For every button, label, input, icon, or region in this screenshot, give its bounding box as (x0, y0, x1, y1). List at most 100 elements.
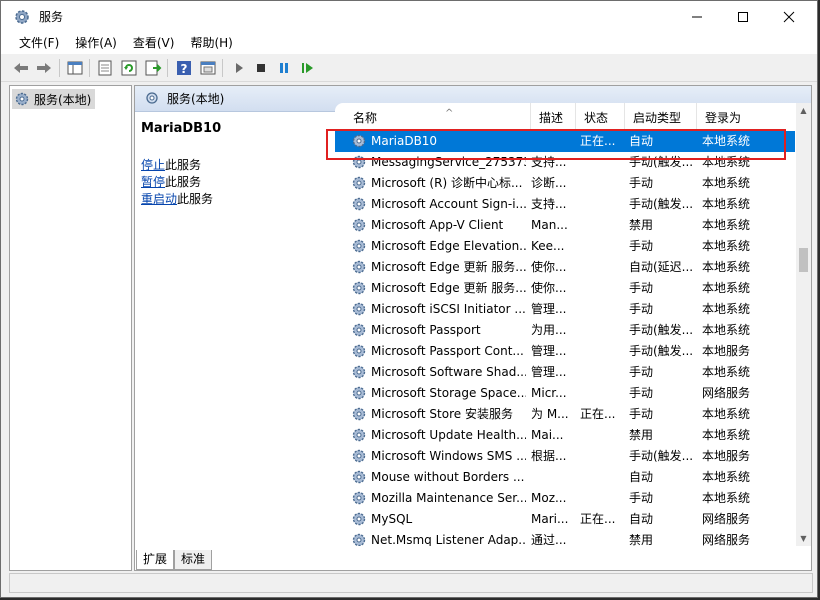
gear-icon (352, 470, 366, 484)
column-header-startup-type[interactable]: 启动类型 (625, 103, 697, 129)
service-row[interactable]: Mouse without Borders ... 自动 本地系统 (335, 467, 795, 488)
gear-icon (352, 386, 366, 400)
menu-action[interactable]: 操作(A) (67, 32, 125, 54)
restart-service-link[interactable]: 重启动 (141, 192, 177, 206)
service-logon-cell: 网络服务 (702, 512, 751, 526)
scroll-up-icon[interactable]: ▲ (796, 103, 811, 118)
gear-icon (352, 407, 366, 421)
menu-help[interactable]: 帮助(H) (182, 32, 240, 54)
service-description-cell: 管理... (531, 302, 567, 316)
view-tabs: 扩展 标准 (136, 550, 213, 570)
service-row[interactable]: Microsoft Account Sign-i... 支持... 手动(触发...… (335, 194, 795, 215)
scroll-down-icon[interactable]: ▼ (796, 531, 811, 546)
service-row[interactable]: Microsoft Storage Space... Micr... 手动 网络服务 (335, 383, 795, 404)
service-startup-type-cell: 手动(触发... (629, 449, 694, 463)
gear-icon (352, 323, 366, 337)
service-logon-cell: 本地系统 (702, 428, 751, 442)
maximize-button[interactable] (720, 1, 766, 32)
service-row[interactable]: Microsoft Edge 更新 服务... 使你... 自动(延迟... 本地系统 (335, 257, 795, 278)
service-name-cell: Microsoft (R) 诊断中心标... (351, 173, 526, 194)
play-icon[interactable] (229, 58, 249, 78)
service-startup-type-cell: 禁用 (629, 533, 654, 546)
service-row[interactable]: Microsoft Passport 为用... 手动(触发... 本地系统 (335, 320, 795, 341)
vertical-scrollbar[interactable]: ▲ ▼ (796, 103, 811, 546)
menu-view[interactable]: 查看(V) (125, 32, 183, 54)
properties-icon[interactable] (95, 58, 115, 78)
service-row[interactable]: Microsoft Software Shad... 管理... 手动 本地系统 (335, 362, 795, 383)
service-row[interactable]: Microsoft App-V Client Man... 禁用 本地系统 (335, 215, 795, 236)
service-description-cell: 管理... (531, 344, 567, 358)
pause-icon[interactable] (274, 58, 294, 78)
service-row[interactable]: Mozilla Maintenance Ser... Moz... 手动 本地系统 (335, 488, 795, 509)
service-rows: MariaDB10 正在... 自动 本地系统 MessagingService_275… (335, 131, 795, 546)
service-description-cell: 支持... (531, 155, 567, 169)
service-name-cell: Microsoft Store 安装服务 (351, 404, 526, 425)
service-startup-type-cell: 手动 (629, 281, 654, 295)
export-icon[interactable] (143, 58, 163, 78)
toolbar: ? (1, 54, 817, 82)
service-row[interactable]: Microsoft Passport Cont... 管理... 手动(触发... 本… (335, 341, 795, 362)
service-logon-cell: 本地系统 (702, 323, 751, 337)
service-row[interactable]: Microsoft (R) 诊断中心标... 诊断... 手动 本地系统 (335, 173, 795, 194)
service-description-cell: 使你... (531, 281, 567, 295)
forward-icon[interactable] (34, 58, 54, 78)
column-header-description[interactable]: 描述 (531, 103, 576, 129)
service-status-cell (580, 341, 624, 362)
gear-icon (352, 365, 366, 379)
minimize-button[interactable] (674, 1, 720, 32)
service-logon-cell: 本地系统 (702, 155, 751, 169)
console-window-icon[interactable] (198, 58, 218, 78)
tree-node-services-local[interactable]: 服务(本地) (12, 89, 96, 109)
back-icon[interactable] (11, 58, 31, 78)
service-name-cell: Microsoft Account Sign-i... (351, 194, 526, 215)
service-description-cell: 根据... (531, 449, 567, 463)
service-status-cell: 正在... (580, 134, 616, 148)
service-name-cell: Mozilla Maintenance Ser... (351, 488, 526, 509)
refresh-icon[interactable] (119, 58, 139, 78)
column-header-logon-as[interactable]: 登录为 (697, 103, 759, 129)
service-logon-cell: 网络服务 (702, 533, 751, 546)
tab-standard[interactable]: 标准 (174, 550, 213, 570)
service-row[interactable]: Microsoft Edge 更新 服务... 使你... 手动 本地系统 (335, 278, 795, 299)
stop-service-link[interactable]: 停止 (141, 158, 165, 172)
service-logon-cell: 本地服务 (702, 449, 751, 463)
service-row[interactable]: Microsoft Store 安装服务为 M... 正在... 手动 本地系统 (335, 404, 795, 425)
service-description-cell (531, 467, 573, 488)
scrollbar-thumb[interactable] (799, 248, 808, 272)
pause-service-link[interactable]: 暂停 (141, 175, 165, 189)
tab-extended[interactable]: 扩展 (136, 550, 175, 570)
service-description-cell: 诊断... (531, 176, 567, 190)
console-tree-icon[interactable] (65, 58, 85, 78)
service-status-cell (580, 173, 624, 194)
gear-icon (352, 281, 366, 295)
service-description-cell (531, 131, 573, 152)
gear-icon (352, 197, 366, 211)
service-row[interactable]: Microsoft Edge Elevation... Kee... 手动 本地系统 (335, 236, 795, 257)
help-icon[interactable]: ? (174, 58, 194, 78)
stop-icon[interactable] (251, 58, 271, 78)
service-row[interactable]: MariaDB10 正在... 自动 本地系统 (335, 131, 795, 152)
gear-icon (352, 491, 366, 505)
service-logon-cell: 本地系统 (702, 302, 751, 316)
service-status-cell: 正在... (580, 407, 616, 421)
service-logon-cell: 本地系统 (702, 365, 751, 379)
services-pane: 服务(本地) MariaDB10 停止此服务 暂停此服务 重启动此服务 名称 ^… (134, 85, 812, 571)
gear-icon (15, 92, 29, 106)
menu-file[interactable]: 文件(F) (11, 32, 67, 54)
service-row[interactable]: Microsoft Windows SMS ... 根据... 手动(触发... 本地… (335, 446, 795, 467)
column-header-status[interactable]: 状态 (576, 103, 625, 129)
service-row[interactable]: Microsoft Update Health... Mai... 禁用 本地系统 (335, 425, 795, 446)
close-button[interactable] (766, 1, 812, 32)
restart-icon[interactable] (297, 58, 317, 78)
service-startup-type-cell: 手动 (629, 176, 654, 190)
service-row[interactable]: MessagingService_275373 支持... 手动(触发... 本地系统 (335, 152, 795, 173)
service-row[interactable]: Microsoft iSCSI Initiator ... 管理... 手动 本地系统 (335, 299, 795, 320)
service-logon-cell: 本地系统 (702, 134, 751, 148)
service-row[interactable]: MySQL Mari... 正在... 自动 网络服务 (335, 509, 795, 530)
gear-icon (13, 8, 31, 26)
gear-icon (352, 260, 366, 274)
gear-icon (352, 512, 366, 526)
column-header-name[interactable]: 名称 ^ (345, 103, 531, 129)
service-status-cell (580, 236, 624, 257)
service-row[interactable]: Net.Msmq Listener Adap... 通过... 禁用 网络服务 (335, 530, 795, 546)
